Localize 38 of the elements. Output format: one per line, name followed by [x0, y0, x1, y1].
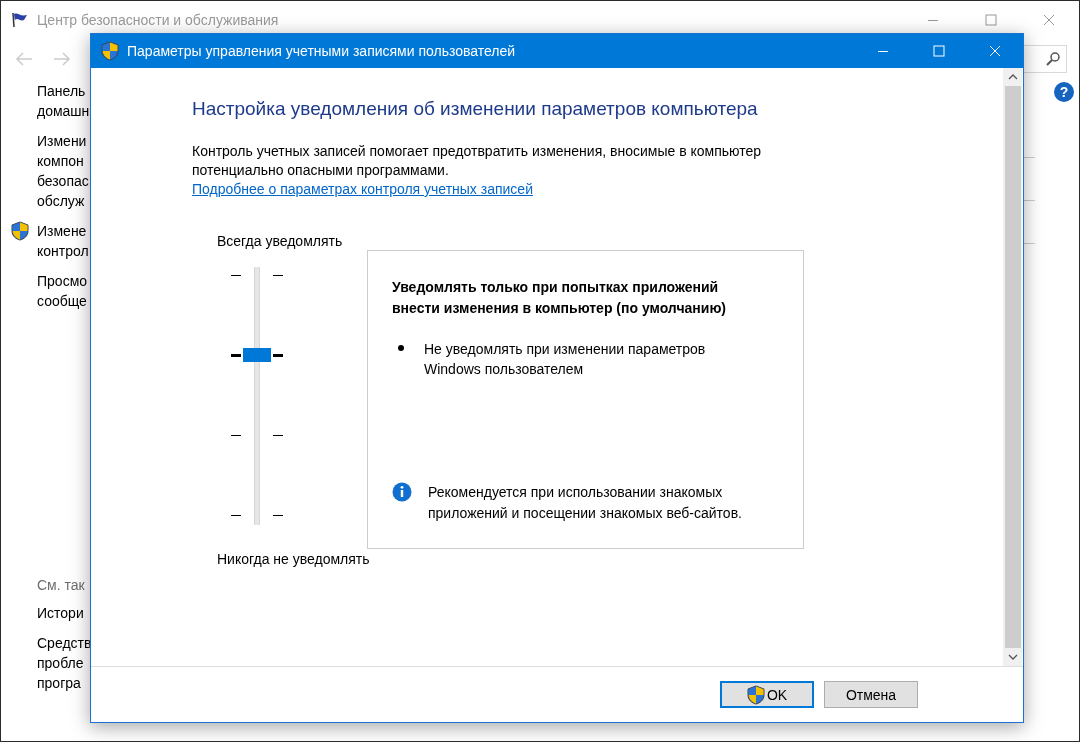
- tick-mark: [231, 515, 241, 516]
- tick-mark: [273, 354, 283, 357]
- shield-icon: [11, 221, 29, 241]
- recommendation-text: Рекомендуется при использовании знакомых приложений и посещении знакомых веб-сайтов.: [428, 483, 743, 523]
- see-also-link[interactable]: Средств пробле програ: [11, 633, 92, 693]
- learn-more-link[interactable]: Подробнее о параметрах контроля учетных записей: [192, 180, 533, 199]
- flag-icon: [11, 12, 29, 28]
- sidebar-link[interactable]: Просмо сообще: [11, 271, 88, 311]
- tick-mark: [273, 435, 283, 436]
- tick-mark: [231, 354, 241, 357]
- tick-mark: [231, 435, 241, 436]
- help-icon[interactable]: ?: [1053, 81, 1075, 103]
- tick-mark: [231, 275, 241, 276]
- info-icon: [392, 482, 412, 502]
- dialog-title: Параметры управления учетными записями пользователей: [127, 43, 517, 59]
- see-also-link[interactable]: Истори: [11, 603, 84, 623]
- slider-thumb[interactable]: [243, 347, 271, 362]
- window-title: Центр безопасности и обслуживания: [37, 12, 280, 28]
- slider-bottom-label: Никогда не уведомлять: [217, 551, 367, 567]
- sidebar-link[interactable]: Панель домашн: [11, 81, 90, 121]
- sidebar-link[interactable]: Измене контрол: [37, 221, 89, 261]
- scrollbar[interactable]: [1003, 68, 1022, 666]
- page-heading: Настройка уведомления об изменении параметров компьютера: [192, 98, 759, 120]
- shield-icon: [746, 684, 765, 705]
- cancel-button[interactable]: Отмена: [824, 681, 918, 708]
- bullet-text: Не уведомлять при изменении параметров Windows пользователем: [424, 340, 707, 379]
- search-icon: [1046, 52, 1060, 66]
- ok-button[interactable]: OK: [720, 681, 814, 708]
- tick-mark: [273, 275, 283, 276]
- description-text: Контроль учетных записей помогает предотвратить изменения, вносимые в компьютер потенциально опасными программами.: [192, 142, 763, 180]
- see-also-heading: См. так: [36, 577, 86, 593]
- tick-mark: [273, 515, 283, 516]
- setting-title: Уведомлять только при попытках приложений внести изменения в компьютер (по умолчанию): [392, 278, 727, 318]
- shield-icon: [101, 41, 119, 61]
- sidebar-link[interactable]: Измени компон безопас обслуж: [11, 131, 89, 211]
- close-icon[interactable]: [1043, 14, 1055, 26]
- bullet-icon: [398, 345, 404, 351]
- slider-top-label: Всегда уведомлять: [217, 233, 344, 249]
